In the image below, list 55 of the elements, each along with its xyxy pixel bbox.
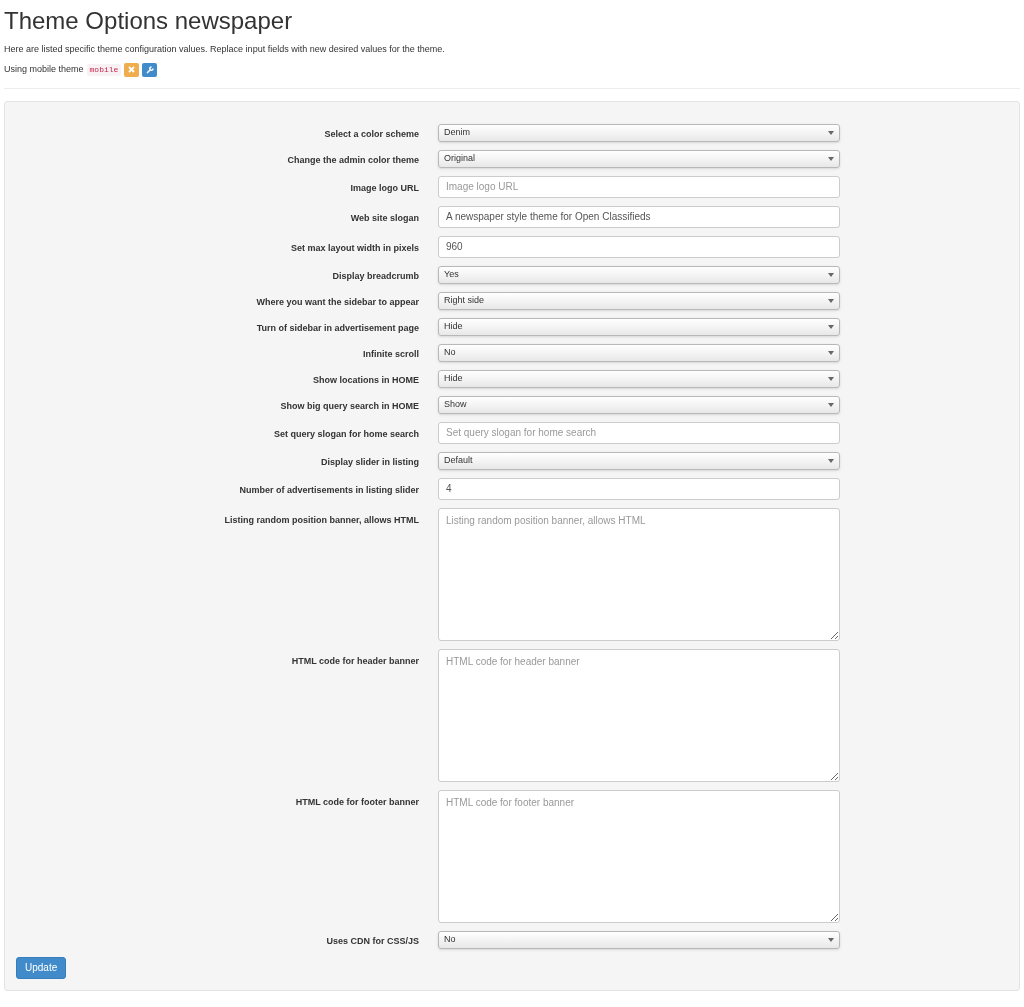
field-label: HTML code for footer banner <box>294 795 419 809</box>
field-label: Set query slogan for home search <box>272 427 419 441</box>
mobile-theme-label: Using mobile theme <box>4 62 84 76</box>
caret-icon <box>828 458 834 463</box>
wrench-icon <box>145 65 154 74</box>
field-label: Uses CDN for CSS/JS <box>325 934 419 948</box>
theme-code: mobile <box>86 63 122 76</box>
select-field[interactable]: Original <box>438 149 840 168</box>
select-field[interactable]: Show <box>438 395 840 414</box>
input-field[interactable]: 960 <box>438 235 840 258</box>
textarea-field[interactable]: HTML code for footer banner <box>438 789 840 923</box>
caret-icon <box>828 156 834 161</box>
field-label: Where you want the sidebar to appear <box>255 295 419 309</box>
select-field[interactable]: Denim <box>438 123 840 142</box>
close-icon <box>128 66 136 73</box>
select-field[interactable]: No <box>438 343 840 362</box>
caret-icon <box>828 350 834 355</box>
configure-button[interactable] <box>142 62 158 77</box>
select-field[interactable]: No <box>438 930 840 949</box>
description-text: Here are listed specific theme configuration values. Replace input fields with new desired values for the theme. <box>4 43 446 56</box>
input-field[interactable]: A newspaper style theme for Open Classifieds <box>438 205 840 228</box>
caret-icon <box>828 324 834 329</box>
remove-button[interactable] <box>124 62 140 77</box>
field-label: Set max layout width in pixels <box>289 241 419 255</box>
field-label: Display slider in listing <box>319 455 419 469</box>
field-label: Display breadcrumb <box>331 269 419 283</box>
caret-icon <box>828 376 834 381</box>
field-label: HTML code for header banner <box>290 654 419 668</box>
input-field[interactable]: Image logo URL <box>438 175 840 198</box>
textarea-field[interactable]: Listing random position banner, allows HTML <box>438 507 840 641</box>
field-label: Show locations in HOME <box>312 373 419 387</box>
field-label: Turn of sidebar in advertisement page <box>255 321 419 335</box>
page-title: Theme Options newspaper <box>4 6 294 36</box>
field-label: Change the admin color theme <box>286 153 419 167</box>
field-label: Image logo URL <box>349 181 419 195</box>
field-label: Number of advertisements in listing slider <box>238 483 419 497</box>
caret-icon <box>828 272 834 277</box>
caret-icon <box>828 937 834 942</box>
select-field[interactable]: Default <box>438 451 840 470</box>
field-label: Select a color scheme <box>323 127 419 141</box>
select-field[interactable]: Hide <box>438 317 840 336</box>
textarea-field[interactable]: HTML code for header banner <box>438 648 840 782</box>
field-label: Show big query search in HOME <box>279 399 419 413</box>
select-field[interactable]: Right side <box>438 291 840 310</box>
caret-icon <box>828 130 834 135</box>
select-field[interactable]: Yes <box>438 265 840 284</box>
input-field[interactable]: Set query slogan for home search <box>438 421 840 444</box>
field-label: Web site slogan <box>349 211 419 225</box>
input-field[interactable]: 4 <box>438 477 840 500</box>
update-button[interactable]: Update <box>16 956 67 979</box>
caret-icon <box>828 402 834 407</box>
caret-icon <box>828 298 834 303</box>
select-field[interactable]: Hide <box>438 369 840 388</box>
field-label: Listing random position banner, allows HTML <box>223 513 419 527</box>
field-label: Infinite scroll <box>362 347 419 361</box>
